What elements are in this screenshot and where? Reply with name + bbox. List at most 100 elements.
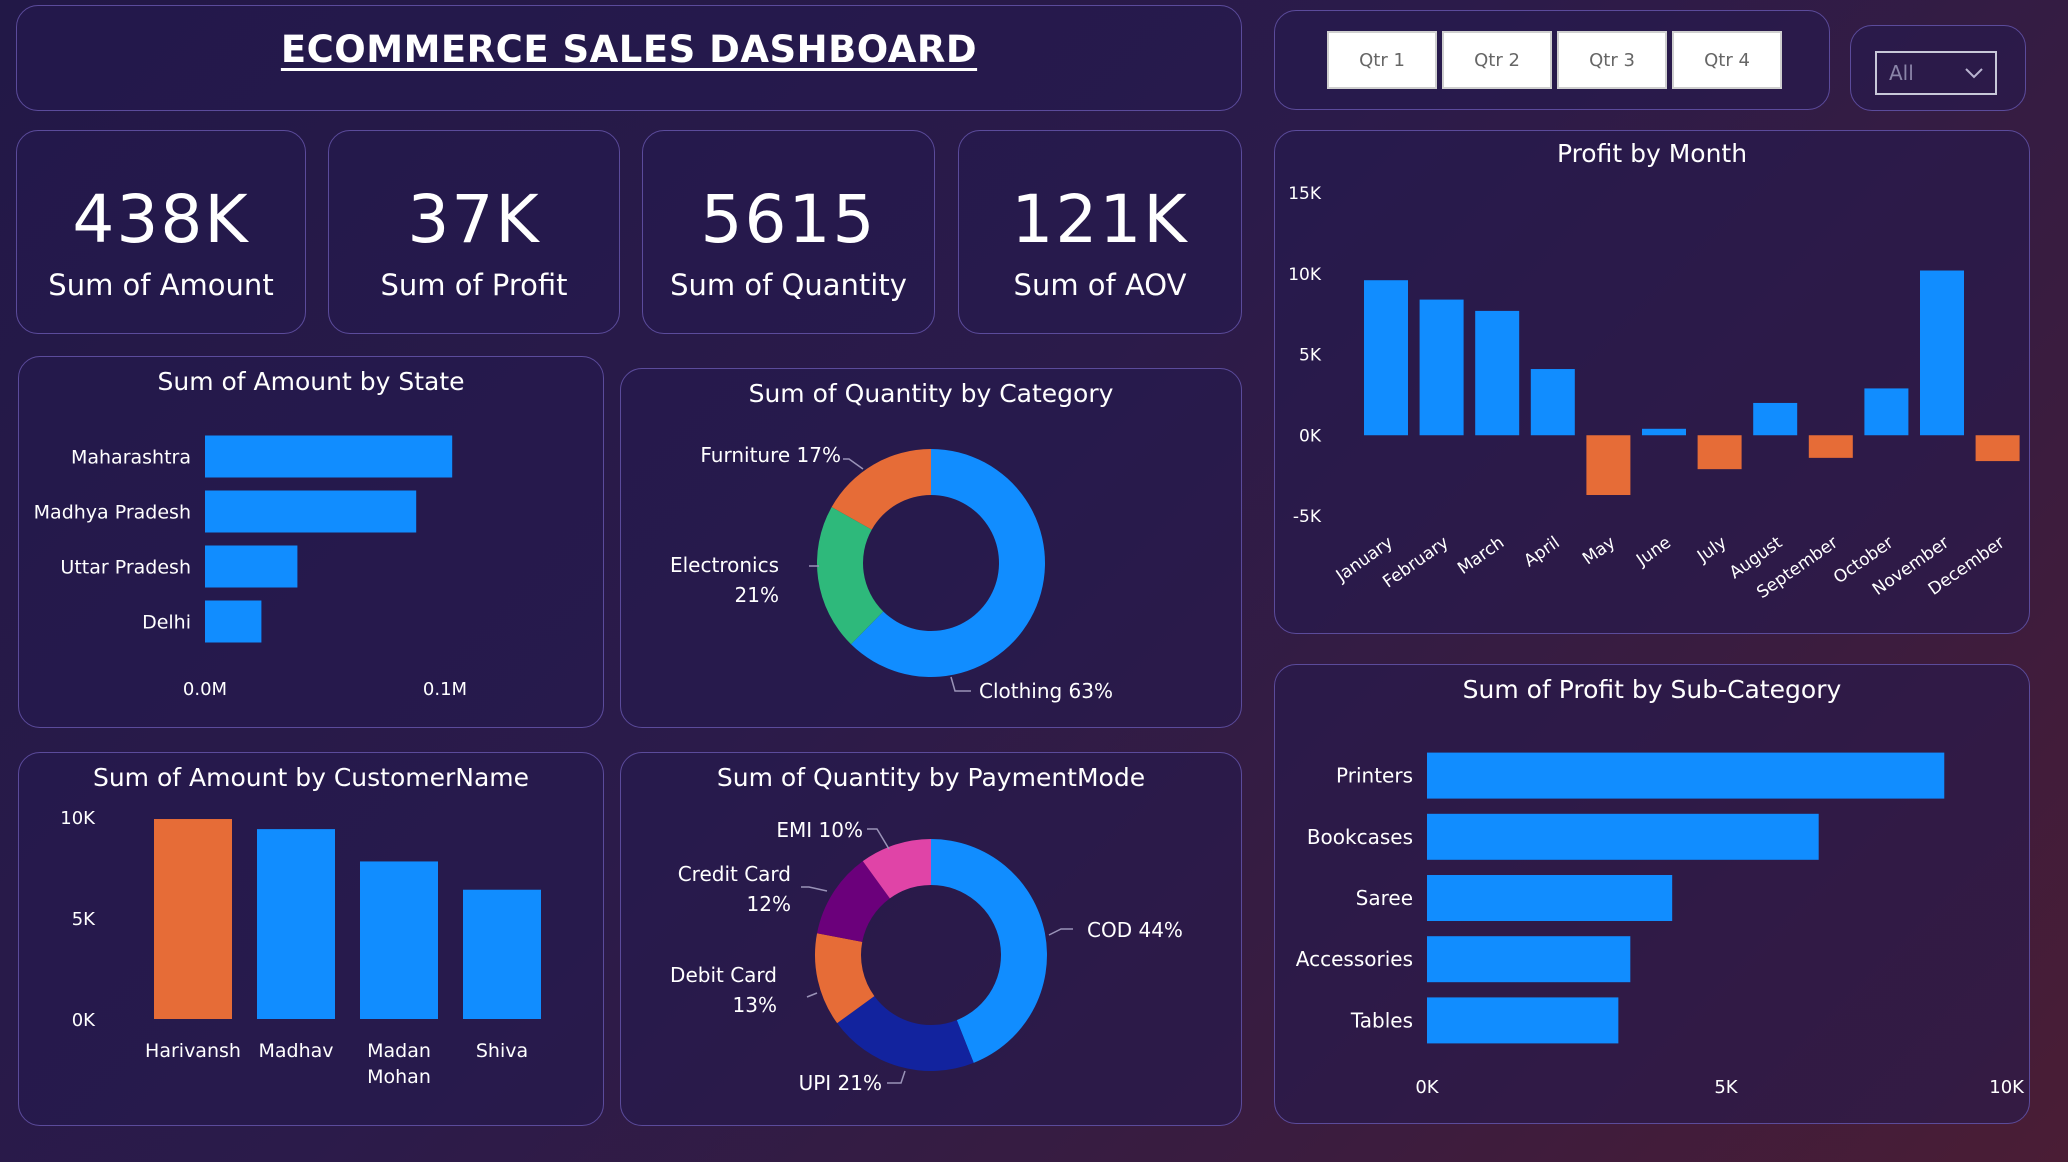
category-label-uttar-pradesh: Uttar Pradesh [60,557,191,579]
x-tick-label-march: March [1454,533,1508,579]
category-chart: Clothing 63% Electronics 21% Furniture 17% [670,443,1113,703]
bar-harivansh [154,819,232,1019]
y-tick-label: -5K [1293,507,1322,527]
y-tick-label: 0K [72,1010,96,1031]
category-label-tables: Tables [1350,1008,1413,1032]
x-tick-label-july: July [1693,533,1730,567]
leader-line [801,886,828,892]
kpi-card-aov: 121K Sum of AOV [958,130,1242,334]
filter-dropdown[interactable]: All [1875,51,1997,95]
bar-january [1364,280,1408,436]
month-chart-card: Profit by Month -5K 0K 5K 10K 15K January Febr… [1274,130,2030,634]
x-tick-label: 5K [1714,1077,1738,1098]
kpi-value-profit: 37K [407,181,541,258]
bar-june [1642,428,1686,436]
x-tick-label: 0.1M [423,679,467,700]
state-chart-card: Sum of Amount by State Maharashtra Madhya… [18,356,604,728]
qtr-1-button[interactable]: Qtr 1 [1327,31,1437,89]
subcat-chart-card: Sum of Profit by Sub-Category Printers Bo… [1274,664,2030,1124]
bar-delhi [205,600,262,643]
bar-april [1530,369,1575,436]
leader-line [887,1070,906,1084]
bar-december [1975,435,2020,462]
slice-label-upi: UPI 21% [799,1071,882,1095]
dashboard-title: ECOMMERCE SALES DASHBOARD [280,28,978,71]
x-tick-label: 0K [1415,1077,1439,1098]
kpi-card-amount: 438K Sum of Amount [16,130,306,334]
qtr-3-button[interactable]: Qtr 3 [1557,31,1667,89]
category-label-madhya-pradesh: Madhya Pradesh [34,502,191,524]
leader-line [950,676,971,692]
bar-madan-mohan [360,861,438,1019]
bar-uttar-pradesh [205,545,298,588]
y-tick-label: 10K [60,808,96,829]
slice-label-cod: COD 44% [1087,918,1183,942]
y-tick-label: 15K [1288,184,1322,204]
x-tick-label-may: May [1579,533,1619,570]
slice-label-debit-pct: 13% [733,993,777,1017]
slice-label-furniture: Furniture 17% [700,443,841,467]
filter-dropdown-value: All [1889,61,1914,85]
quarter-slicer: Qtr 1 Qtr 2 Qtr 3 Qtr 4 [1274,10,1830,110]
category-label-madan-mohan: Madan [367,1040,431,1062]
chevron-down-icon [1965,68,1983,79]
category-label-harivansh: Harivansh [145,1040,241,1062]
leader-line [867,828,890,850]
filter-dropdown-card: All [1850,25,2026,111]
payment-chart: COD 44% UPI 21% Debit Card 13% Credit Card 12… [670,818,1183,1095]
state-chart: Maharashtra Madhya Pradesh Uttar Pradesh De… [34,435,467,700]
x-tick-label-june: June [1632,533,1675,571]
slice-label-debit-name: Debit Card [670,963,777,987]
category-label-printers: Printers [1336,764,1413,788]
bar-may [1586,435,1631,496]
slice-label-clothing: Clothing 63% [979,679,1113,703]
kpi-label-aov: Sum of AOV [1013,268,1187,302]
bar-november [1920,270,1964,436]
category-label-delhi: Delhi [142,612,191,634]
bar-october [1864,388,1909,436]
qtr-4-button[interactable]: Qtr 4 [1672,31,1782,89]
month-chart: -5K0K5K10K15KJanuaryFebruary March April Ma… [1288,184,2020,603]
category-label-shiva: Shiva [476,1040,528,1062]
bar-tables [1427,997,1619,1044]
x-tick-label: 10K [1989,1077,2025,1098]
kpi-value-amount: 438K [72,181,250,258]
bar-august [1753,402,1798,436]
customer-chart-card: Sum of Amount by CustomerName 0K 5K 10K Har… [18,752,604,1126]
x-tick-label: 0.0M [183,679,227,700]
kpi-value-quantity: 5615 [700,181,877,258]
leader-line [806,992,818,998]
slice-label-electronics-name: Electronics [670,553,779,577]
leader-line [843,458,864,470]
category-label-accessories: Accessories [1296,947,1413,971]
bar-march [1475,310,1520,436]
category-label-maharashtra: Maharashtra [71,447,191,469]
y-tick-label: 5K [1299,346,1322,366]
bar-printers [1427,752,1945,799]
bar-september [1808,435,1853,458]
bar-shiva [463,889,541,1019]
bar-accessories [1427,936,1631,983]
slice-label-emi: EMI 10% [776,818,863,842]
kpi-label-profit: Sum of Profit [380,268,568,302]
kpi-card-profit: 37K Sum of Profit [328,130,620,334]
y-tick-label: 10K [1288,265,1322,285]
kpi-value-aov: 121K [1011,181,1189,258]
qtr-2-button[interactable]: Qtr 2 [1442,31,1552,89]
kpi-label-amount: Sum of Amount [48,268,274,302]
bar-saree [1427,875,1673,921]
slice-label-electronics-pct: 21% [735,583,779,607]
y-tick-label: 0K [1299,426,1322,446]
category-chart-card: Sum of Quantity by Category Clothing 63%… [620,368,1242,728]
bar-madhav [257,829,335,1019]
slice-label-credit-pct: 12% [747,892,791,916]
category-label-madan-mohan: Mohan [367,1066,431,1088]
kpi-card-quantity: 5615 Sum of Quantity [642,130,935,334]
customer-chart: 0K 5K 10K Harivansh Madhav Madan Mohan Shiva [60,808,541,1088]
bar-madhya-pradesh [205,490,417,533]
bar-february [1419,299,1464,436]
x-tick-label-april: April [1520,533,1563,572]
kpi-label-quantity: Sum of Quantity [670,268,907,302]
payment-chart-card: Sum of Quantity by PaymentMode COD 44% UP… [620,752,1242,1126]
title-card: ECOMMERCE SALES DASHBOARD [16,5,1242,111]
